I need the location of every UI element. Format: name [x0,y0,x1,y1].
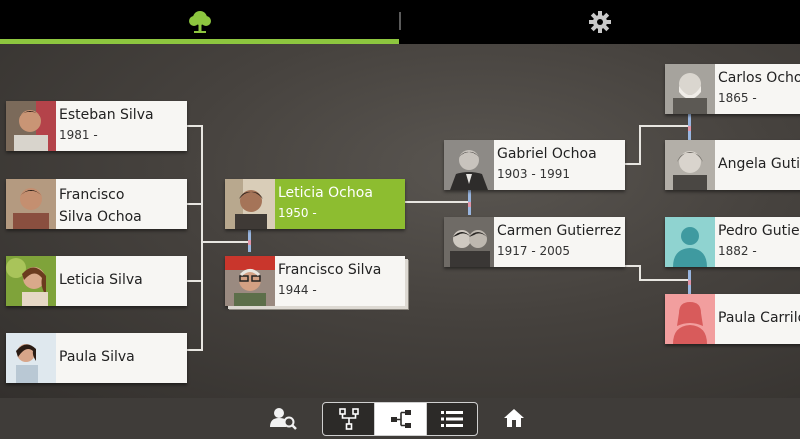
person-dates: 1903 - 1991 [497,167,571,181]
list-view-icon [440,411,463,427]
avatar [665,140,715,190]
pedigree-view-button[interactable] [374,403,426,435]
person-dates: 1950 - [278,206,317,220]
list-view-button[interactable] [425,403,477,435]
person-card-angela-gutierrez[interactable]: Angela Gutie [665,140,800,190]
avatar [665,64,715,114]
person-name: Angela Gutie [718,156,800,172]
person-dates: 1882 - [718,244,757,258]
avatar [6,101,56,151]
pedigree-canvas[interactable]: Esteban Silva 1981 - Francisco Silva Och… [0,44,800,398]
avatar [6,256,56,306]
person-dates: 1865 - [718,91,757,105]
person-name: Paula Carrilo [718,310,800,326]
avatar [444,217,494,267]
person-card-carlos-ochoa[interactable]: Carlos Ocho 1865 - [665,64,800,114]
avatar [444,140,494,190]
person-name: Carmen Gutierrez [497,223,622,239]
avatar [6,333,56,383]
avatar [665,217,715,267]
person-name: Esteban Silva [59,107,154,123]
avatar [6,179,56,229]
person-name: Pedro Gutier [718,223,800,239]
person-dates: 1944 - [278,283,317,297]
person-name: Carlos Ocho [718,70,800,86]
person-card-esteban-silva[interactable]: Esteban Silva 1981 - [6,101,187,151]
person-card-paula-carrillo[interactable]: Paula Carrilo [665,294,800,344]
home-icon[interactable] [503,408,525,428]
person-dates: 1917 - 2005 [497,244,571,258]
person-name: Leticia Silva [59,272,143,288]
person-name-line1: Francisco [59,187,125,203]
person-card-francisco-silva-ochoa[interactable]: Francisco Silva Ochoa [6,179,187,229]
person-name: Leticia Ochoa [278,185,373,201]
top-tab-bar [0,0,800,44]
person-card-gabriel-ochoa[interactable]: Gabriel Ochoa 1903 - 1991 [444,140,625,190]
person-card-leticia-silva[interactable]: Leticia Silva [6,256,187,306]
person-name: Gabriel Ochoa [497,146,597,162]
tree-view-button[interactable] [323,403,374,435]
view-switcher [322,402,478,436]
tree-view-icon [338,408,359,430]
person-card-francisco-silva[interactable]: Francisco Silva 1944 - [225,256,405,306]
person-card-carmen-gutierrez[interactable]: Carmen Gutierrez 1917 - 2005 [444,217,625,267]
gear-icon[interactable] [588,10,612,34]
tab-divider [399,12,401,30]
tree-icon[interactable] [186,9,214,35]
avatar [225,179,275,229]
avatar [665,294,715,344]
person-dates: 1981 - [59,128,98,142]
pedigree-view-icon [390,410,411,428]
avatar [225,256,275,306]
person-card-leticia-ochoa[interactable]: Leticia Ochoa 1950 - [225,179,405,229]
person-name: Francisco Silva [278,262,382,278]
person-name-line2: Silva Ochoa [59,209,142,225]
person-name: Francisco Silva Ochoa [59,184,142,228]
person-search-icon[interactable] [268,406,298,430]
person-card-pedro-gutierrez[interactable]: Pedro Gutier 1882 - [665,217,800,267]
person-card-paula-silva[interactable]: Paula Silva [6,333,187,383]
person-name: Paula Silva [59,349,135,365]
